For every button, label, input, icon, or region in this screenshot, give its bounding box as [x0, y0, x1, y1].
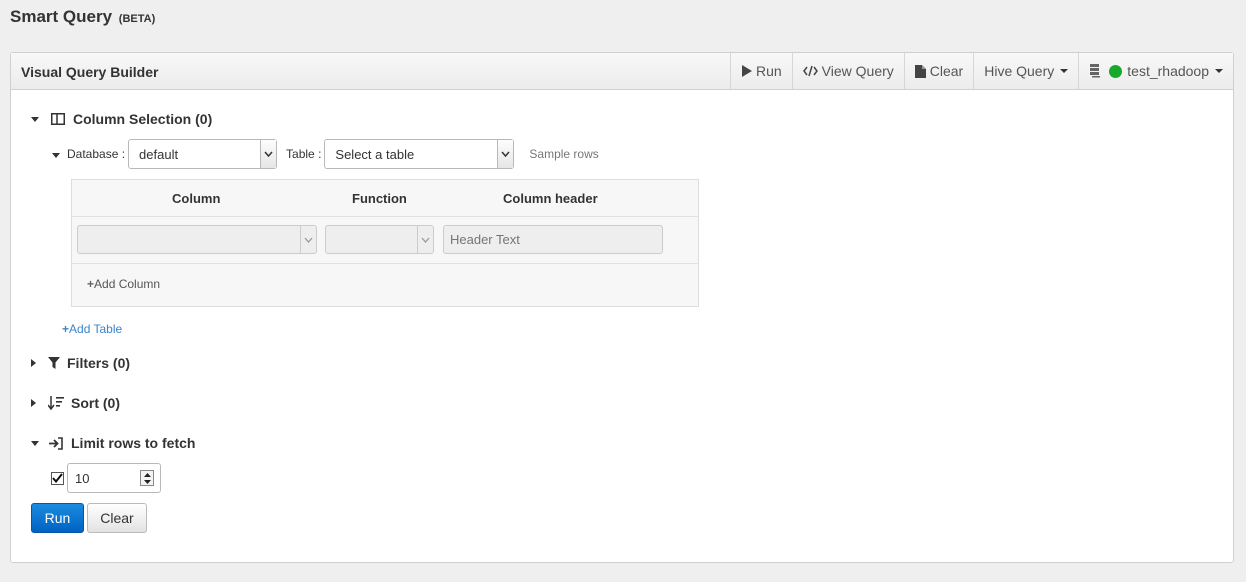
caret-down-icon: [1060, 69, 1069, 73]
plus-icon: +: [62, 322, 70, 336]
function-select[interactable]: [325, 225, 434, 254]
collapse-toggle-icon[interactable]: [31, 440, 47, 446]
filter-icon: [47, 357, 61, 369]
file-icon: [914, 64, 926, 78]
panel-header: Visual Query Builder Run View Query Clea…: [11, 53, 1233, 90]
limit-header[interactable]: Limit rows to fetch: [31, 435, 195, 451]
page-title: Smart Query (BETA): [10, 7, 155, 27]
chevron-down-icon: [260, 140, 277, 168]
add-table-label: Add Table: [69, 322, 123, 336]
expand-toggle-icon[interactable]: [31, 359, 47, 367]
sort-icon: [47, 395, 65, 411]
spinner-up-icon: [143, 472, 151, 477]
filters-header[interactable]: Filters (0): [31, 355, 130, 371]
table-select-value: Select a table: [335, 146, 415, 162]
database-table-row: Database : default Table : Select a tabl…: [52, 139, 599, 169]
view-query-label: View Query: [821, 63, 894, 79]
add-table-link[interactable]: +Add Table: [62, 322, 122, 336]
run-toolbar-button[interactable]: Run: [729, 53, 792, 89]
plus-icon: +: [87, 277, 95, 291]
spinner-down-icon: [143, 479, 151, 484]
column-selection-title: Column Selection (0): [73, 111, 213, 127]
connection-status-icon: [1109, 64, 1123, 78]
hive-query-dropdown[interactable]: Hive Query: [973, 53, 1078, 89]
run-toolbar-label: Run: [755, 63, 782, 79]
clear-toolbar-label: Clear: [929, 63, 964, 79]
chevron-down-icon: [417, 226, 433, 253]
column-selection-header[interactable]: Column Selection (0): [31, 111, 212, 127]
limit-checkbox[interactable]: [51, 471, 64, 485]
clear-toolbar-button[interactable]: Clear: [903, 53, 973, 89]
table-select[interactable]: Select a table: [324, 139, 515, 169]
sign-in-icon: [47, 436, 65, 450]
limit-number-input[interactable]: 10: [67, 463, 161, 493]
column-table: Column Function Column header +Add Colum…: [71, 179, 699, 307]
panel-title: Visual Query Builder: [21, 64, 159, 80]
database-select[interactable]: default: [128, 139, 278, 169]
chevron-down-icon: [300, 226, 316, 253]
hive-query-label: Hive Query: [984, 63, 1055, 79]
run-button[interactable]: Run: [31, 503, 84, 533]
server-icon: [1089, 64, 1101, 78]
limit-title: Limit rows to fetch: [71, 435, 196, 451]
action-buttons: Run Clear: [31, 503, 147, 533]
limit-row: 10: [51, 463, 161, 493]
play-icon: [741, 65, 752, 77]
chevron-down-icon: [497, 140, 514, 168]
column-header-input[interactable]: [443, 225, 663, 254]
number-spinner[interactable]: [140, 470, 154, 486]
filters-title: Filters (0): [67, 355, 131, 371]
add-column-link[interactable]: +Add Column: [87, 277, 160, 291]
table-label: Table :: [286, 147, 322, 161]
expand-toggle-icon[interactable]: [31, 399, 47, 407]
view-query-button[interactable]: View Query: [791, 53, 904, 89]
collapse-toggle-icon[interactable]: [31, 116, 47, 122]
connection-label: test_rhadoop: [1127, 63, 1209, 79]
beta-badge: (BETA): [118, 13, 156, 25]
query-builder-panel: Visual Query Builder Run View Query Clea…: [10, 52, 1234, 563]
code-icon: [802, 65, 818, 77]
limit-value: 10: [75, 470, 90, 486]
database-toggle-icon[interactable]: [52, 147, 60, 161]
clear-button[interactable]: Clear: [87, 503, 147, 533]
column-header-column-header: Column header: [503, 191, 598, 206]
database-select-value: default: [139, 146, 179, 162]
page-title-text: Smart Query: [10, 7, 113, 26]
columns-icon: [47, 113, 69, 125]
sort-title: Sort (0): [71, 395, 120, 411]
database-label: Database :: [67, 147, 126, 161]
caret-down-icon: [1215, 69, 1223, 73]
toolbar: Run View Query Clear Hive Query test_rha…: [729, 53, 1233, 89]
add-column-label: Add Column: [94, 277, 161, 291]
divider: [72, 216, 698, 217]
sort-header[interactable]: Sort (0): [31, 395, 120, 411]
connection-dropdown[interactable]: test_rhadoop: [1078, 53, 1233, 89]
sample-rows-link[interactable]: Sample rows: [529, 147, 598, 161]
column-header-function: Function: [352, 191, 407, 206]
divider: [72, 263, 698, 264]
column-select[interactable]: [77, 225, 317, 254]
column-header-column: Column: [172, 191, 221, 206]
